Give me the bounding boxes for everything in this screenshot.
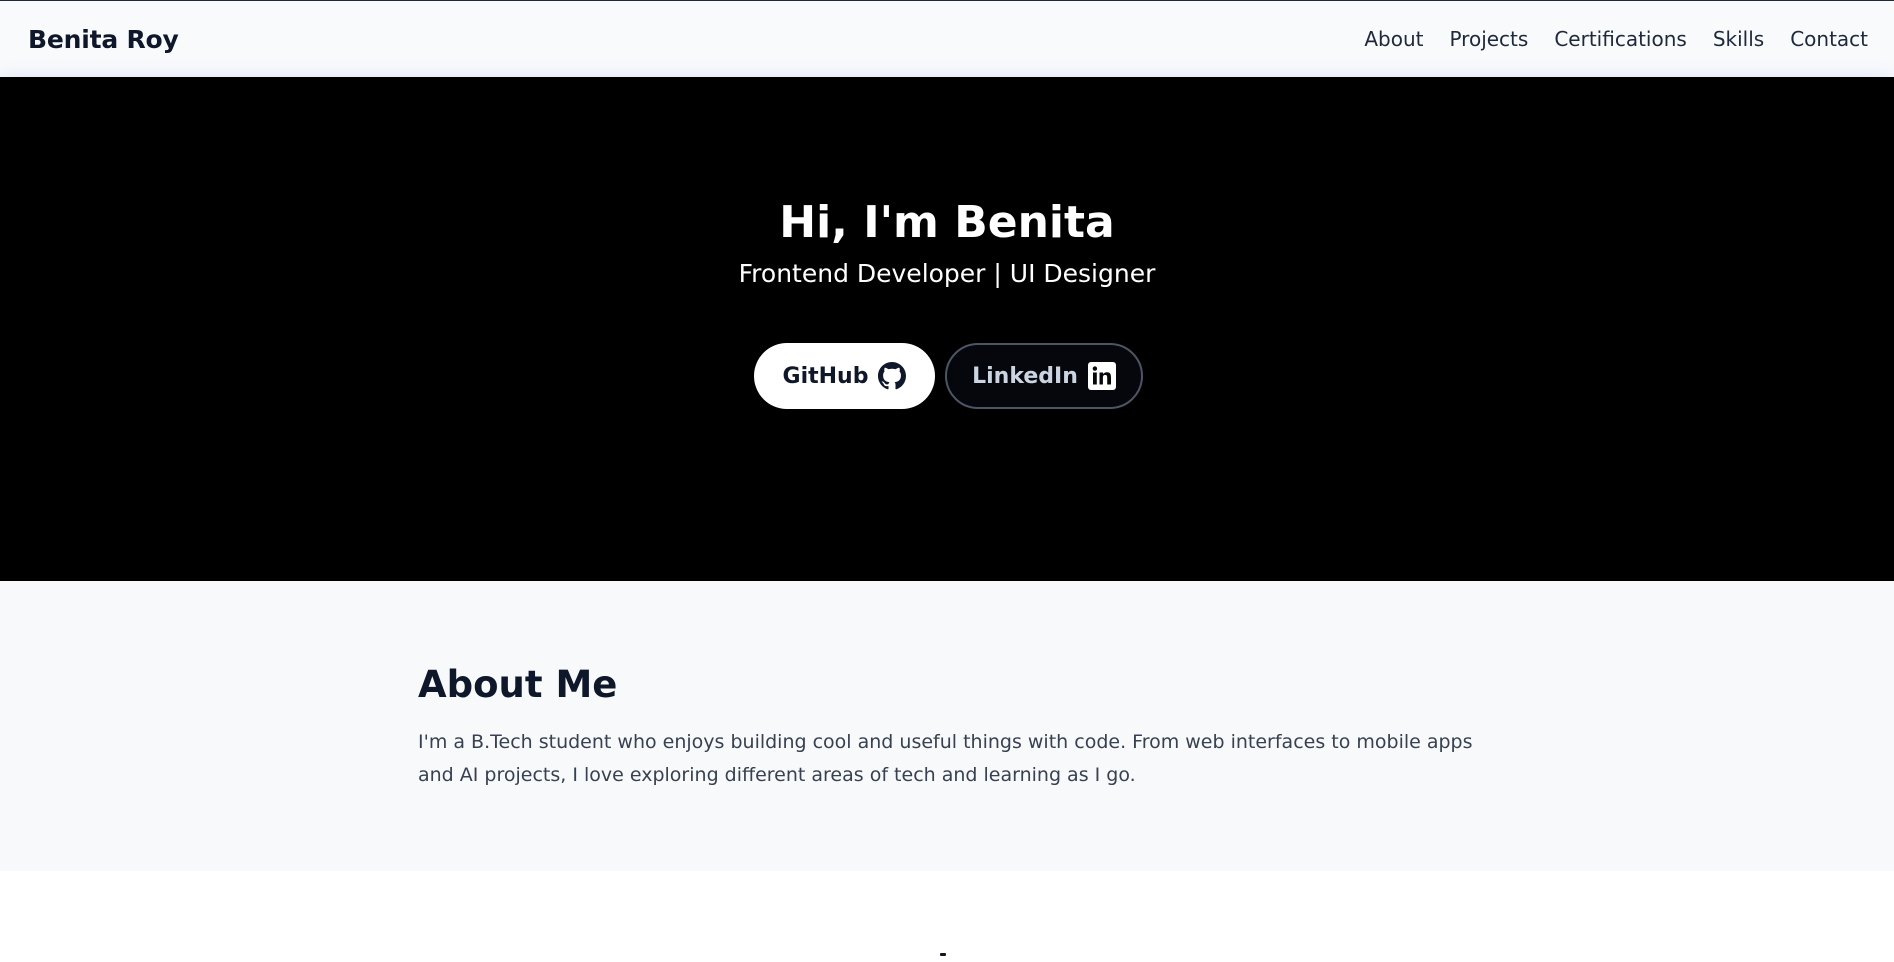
about-title: About Me	[418, 663, 618, 706]
nav-link-about[interactable]: About	[1364, 27, 1423, 51]
about-section: About Me I'm a B.Tech student who enjoys…	[0, 581, 1894, 871]
nav-link-certifications[interactable]: Certifications	[1554, 27, 1686, 51]
hero-title: Hi, I'm Benita	[779, 197, 1115, 248]
nav-link-projects[interactable]: Projects	[1449, 27, 1528, 51]
nav-link-contact[interactable]: Contact	[1790, 27, 1868, 51]
nav-link-skills[interactable]: Skills	[1713, 27, 1764, 51]
hero-section: Hi, I'm Benita Frontend Developer | UI D…	[0, 77, 1894, 581]
cut-off-heading-glyph	[940, 953, 946, 956]
github-icon	[878, 362, 907, 390]
next-section	[0, 871, 1894, 962]
linkedin-button[interactable]: LinkedIn	[945, 343, 1143, 409]
about-text: I'm a B.Tech student who enjoys building…	[418, 731, 1473, 786]
brand-logo[interactable]: Benita Roy	[28, 25, 179, 54]
linkedin-icon	[1087, 362, 1116, 390]
navbar: Benita Roy About Projects Certifications…	[0, 1, 1894, 77]
nav-links: About Projects Certifications Skills Con…	[1364, 27, 1868, 51]
hero-subtitle: Frontend Developer | UI Designer	[738, 259, 1156, 288]
github-button-label: GitHub	[782, 363, 869, 389]
github-button[interactable]: GitHub	[754, 343, 935, 409]
linkedin-button-label: LinkedIn	[972, 363, 1078, 389]
